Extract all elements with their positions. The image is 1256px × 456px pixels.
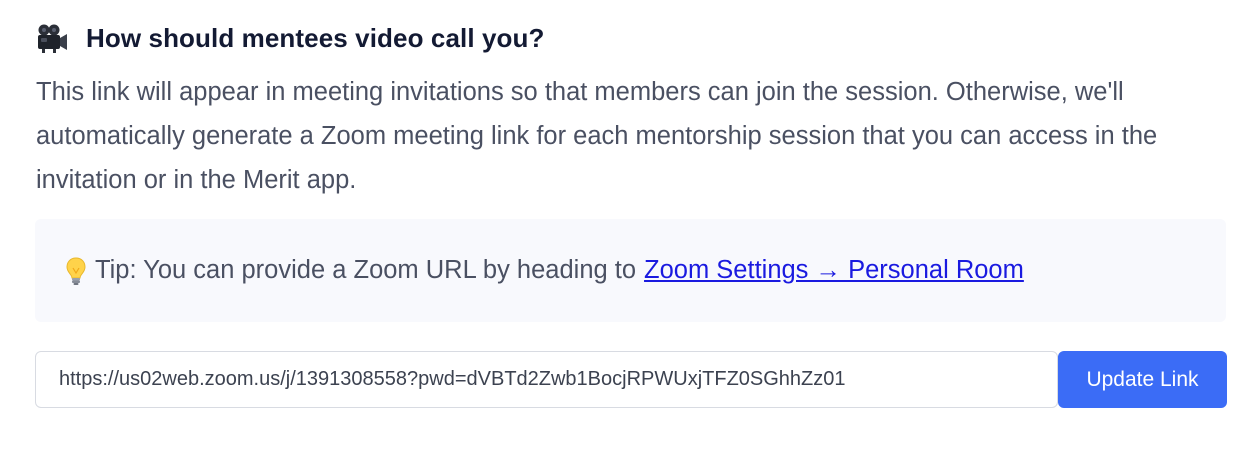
section-heading: How should mentees video call you? bbox=[86, 22, 545, 53]
video-call-settings-section: How should mentees video call you? This … bbox=[0, 0, 1256, 456]
zoom-settings-link[interactable]: Zoom Settings → Personal Room bbox=[644, 256, 1024, 285]
tip-text: Tip: You can provide a Zoom URL by headi… bbox=[95, 256, 637, 284]
light-bulb-icon bbox=[65, 256, 87, 286]
meeting-url-input[interactable] bbox=[35, 351, 1058, 408]
tip-box: Tip: You can provide a Zoom URL by headi… bbox=[35, 219, 1226, 322]
movie-camera-icon bbox=[36, 23, 68, 53]
heading-row: How should mentees video call you? bbox=[36, 18, 545, 58]
update-link-button[interactable]: Update Link bbox=[1058, 351, 1227, 408]
section-description: This link will appear in meeting invitat… bbox=[36, 78, 1158, 194]
